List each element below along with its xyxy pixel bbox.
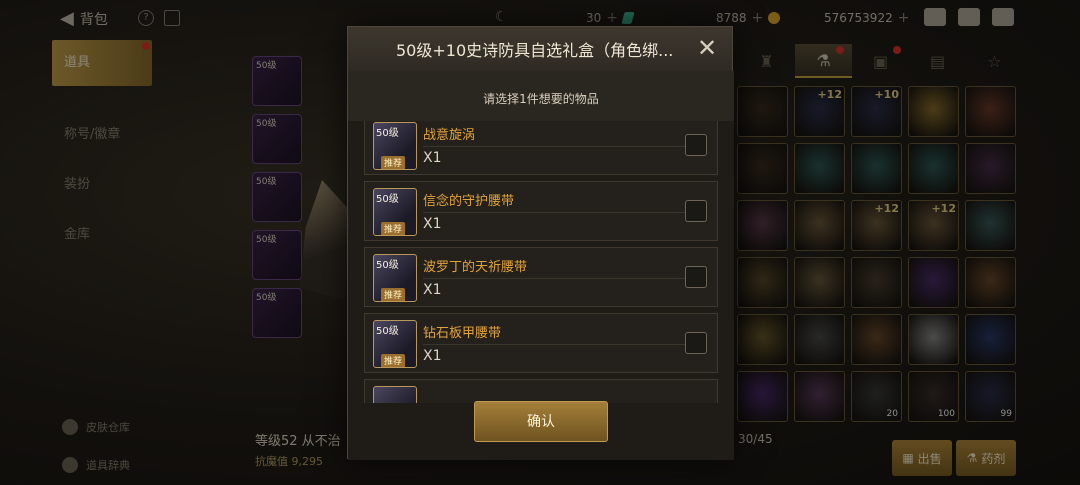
confirm-button[interactable]: 确认 (474, 401, 608, 442)
dialog-title: 50级+10史诗防具自选礼盒（角色绑... (396, 41, 674, 60)
select-checkbox[interactable] (685, 134, 707, 156)
item-name: 战意旋涡 (423, 128, 476, 143)
recommend-badge: 推荐 (381, 288, 406, 301)
select-checkbox[interactable] (685, 200, 707, 222)
item-level: 50级 (376, 194, 399, 205)
belt-item-icon (373, 386, 417, 403)
divider (423, 344, 703, 345)
item-level: 50级 (376, 128, 399, 139)
choice-row-partial[interactable] (364, 379, 718, 403)
choice-row[interactable]: 50级推荐 波罗丁的天祈腰带 X1 (364, 247, 718, 307)
select-checkbox[interactable] (685, 332, 707, 354)
choice-row[interactable]: 50级推荐 钻石板甲腰带 X1 (364, 313, 718, 373)
select-checkbox[interactable] (685, 266, 707, 288)
choice-row[interactable]: 50级推荐 战意旋涡 X1 (364, 121, 718, 175)
close-icon[interactable]: ✕ (694, 35, 720, 61)
item-level: 50级 (376, 260, 399, 271)
item-quantity: X1 (423, 348, 442, 364)
belt-item-icon: 50级推荐 (373, 122, 417, 170)
item-name: 波罗丁的天祈腰带 (423, 260, 528, 275)
belt-item-icon: 50级推荐 (373, 188, 417, 236)
item-name: 信念的守护腰带 (423, 194, 515, 209)
item-name: 钻石板甲腰带 (423, 326, 502, 341)
item-quantity: X1 (423, 282, 442, 298)
choice-list[interactable]: 50级 推荐 战意旋涡 X1 50级 推荐 信念的守护腰带 X1 50级 推荐 波罗丁… (364, 121, 718, 403)
item-quantity: X1 (423, 150, 442, 166)
divider (423, 146, 703, 147)
recommend-badge: 推荐 (381, 354, 406, 367)
choice-row[interactable]: 50级推荐 信念的守护腰带 X1 (364, 181, 718, 241)
recommend-badge: 推荐 (381, 156, 406, 169)
dialog-body: 请选择1件想要的物品 50级 推荐 战意旋涡 X1 50级 推荐 信念的守护腰带 X… (348, 71, 734, 460)
recommend-badge: 推荐 (381, 222, 406, 235)
belt-item-icon: 50级推荐 (373, 320, 417, 368)
divider (423, 278, 703, 279)
belt-item-icon: 50级推荐 (373, 254, 417, 302)
item-level: 50级 (376, 326, 399, 337)
divider (423, 212, 703, 213)
item-quantity: X1 (423, 216, 442, 232)
select-gift-box-dialog: 50级+10史诗防具自选礼盒（角色绑... ✕ 请选择1件想要的物品 50级 推荐… (347, 26, 734, 460)
dialog-prompt: 请选择1件想要的物品 (348, 71, 734, 121)
dialog-header: 50级+10史诗防具自选礼盒（角色绑... ✕ (348, 27, 732, 71)
